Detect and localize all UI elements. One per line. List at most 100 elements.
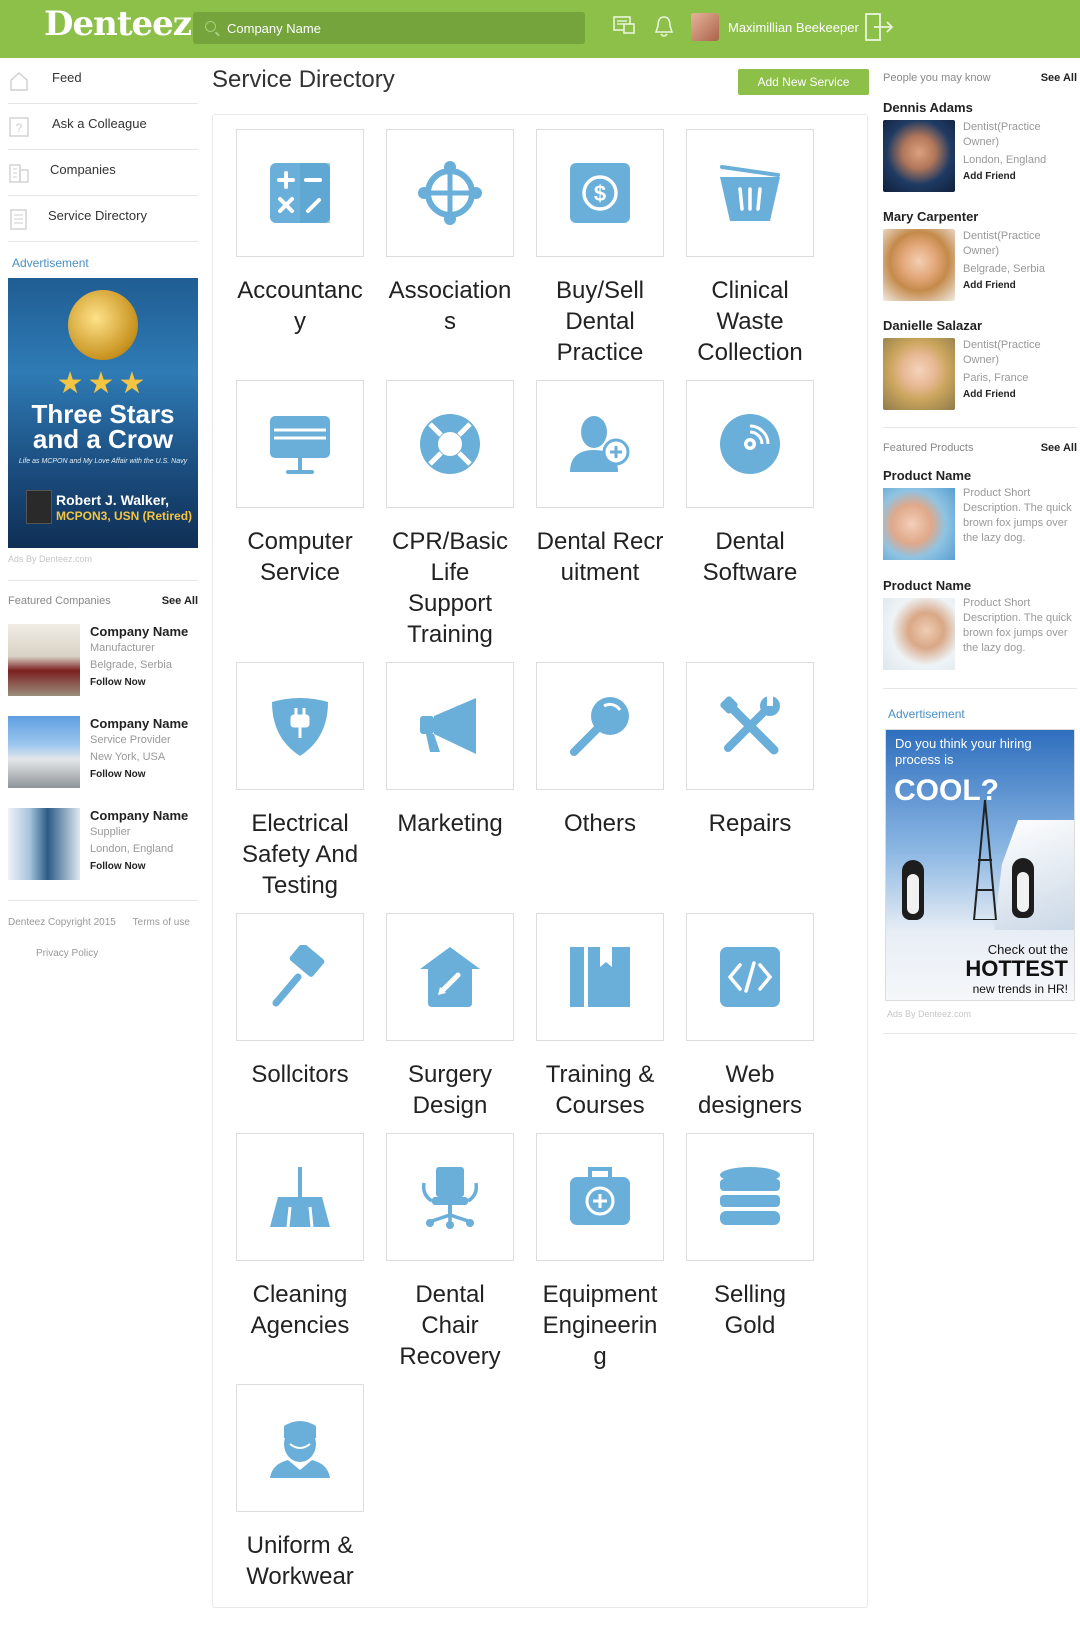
service-tile-electrical-safety[interactable]: Electrical Safety And Testing xyxy=(236,662,364,901)
person-name[interactable]: Mary Carpenter xyxy=(883,209,978,224)
author-photo xyxy=(26,490,52,524)
service-label: Dental Recruitment xyxy=(536,528,664,586)
right-sidebar: People you may know See All Dennis Adams… xyxy=(883,58,1077,1034)
user-avatar[interactable] xyxy=(691,13,719,41)
service-tile-others[interactable]: Others xyxy=(536,662,664,839)
service-icon-box xyxy=(236,913,364,1041)
search-icon[interactable] xyxy=(205,21,216,32)
service-tile-selling-gold[interactable]: Selling Gold xyxy=(686,1133,814,1341)
service-tile-marketing[interactable]: Marketing xyxy=(386,662,514,839)
see-all-products-link[interactable]: See All xyxy=(1041,442,1077,454)
book-advertisement[interactable]: ★★★ Three Stars and a Crow Life as MCPON… xyxy=(8,278,198,548)
person-photo[interactable] xyxy=(883,120,955,192)
service-tile-training-courses[interactable]: Training & Courses xyxy=(536,913,664,1121)
sidebar-item-feed[interactable]: Feed xyxy=(8,58,198,104)
company-card[interactable]: Company Name Manufacturer Belgrade, Serb… xyxy=(8,624,198,716)
company-name[interactable]: Company Name xyxy=(90,624,188,639)
service-icon-box xyxy=(386,1133,514,1261)
terms-of-use-link[interactable]: Terms of use xyxy=(133,917,190,928)
service-icon-box xyxy=(386,129,514,257)
see-all-people-link[interactable]: See All xyxy=(1041,72,1077,84)
company-location: London, England xyxy=(90,843,174,855)
follow-now-button[interactable]: Follow Now xyxy=(90,769,146,780)
service-tile-accountancy[interactable]: Accountancy xyxy=(236,129,364,337)
service-icon-box xyxy=(536,1133,664,1261)
dollar-icon: $ xyxy=(570,163,630,223)
denteez-logo[interactable]: Denteez TM xyxy=(44,4,205,50)
person-photo[interactable] xyxy=(883,338,955,410)
service-tile-dental-recruitment[interactable]: Dental Recruitment xyxy=(536,380,664,588)
sidebar-item-ask-colleague[interactable]: ? Ask a Colleague xyxy=(8,104,198,150)
service-tile-equipment-engineering[interactable]: Equipment Engineering xyxy=(536,1133,664,1372)
tools-icon xyxy=(720,696,780,755)
service-label: Surgery Design xyxy=(407,1061,493,1119)
person-name[interactable]: Dennis Adams xyxy=(883,100,973,115)
notification-bell-icon[interactable] xyxy=(652,14,676,40)
service-icon-box xyxy=(236,129,364,257)
person-card[interactable]: Danielle Salazar Dentist(Practice Owner)… xyxy=(883,318,1077,427)
service-label: Equipment Engineering xyxy=(542,1281,658,1370)
logout-icon[interactable] xyxy=(864,12,894,42)
service-tile-cpr-training[interactable]: CPR/Basic Life Support Training xyxy=(386,380,514,650)
service-tile-uniform-workwear[interactable]: Uniform & Workwear xyxy=(236,1384,364,1592)
svg-text:?: ? xyxy=(16,121,23,135)
service-tile-cleaning-agencies[interactable]: Cleaning Agencies xyxy=(236,1133,364,1341)
search-bar xyxy=(193,12,585,44)
service-tile-dental-software[interactable]: Dental Software xyxy=(686,380,814,588)
person-photo[interactable] xyxy=(883,229,955,301)
ad-check-text: Check out the xyxy=(987,942,1068,957)
add-friend-button[interactable]: Add Friend xyxy=(963,171,1016,182)
service-icon-box xyxy=(536,913,664,1041)
sidebar-item-companies[interactable]: Companies xyxy=(8,150,198,196)
username[interactable]: Maximillian Beekeeper xyxy=(728,20,859,35)
follow-now-button[interactable]: Follow Now xyxy=(90,861,146,872)
service-tile-web-designers[interactable]: Web designers xyxy=(686,913,814,1121)
add-new-service-button[interactable]: Add New Service xyxy=(738,69,869,95)
add-friend-button[interactable]: Add Friend xyxy=(963,280,1016,291)
service-tile-clinical-waste[interactable]: Clinical Waste Collection xyxy=(686,129,814,368)
page-title: Service Directory xyxy=(212,66,395,93)
product-name[interactable]: Product Name xyxy=(883,468,971,483)
company-card[interactable]: Company Name Supplier London, England Fo… xyxy=(8,808,198,900)
service-tile-solicitors[interactable]: Sollcitors xyxy=(236,913,364,1090)
ad-hottest-text: HOTTEST xyxy=(965,956,1068,981)
person-name[interactable]: Danielle Salazar xyxy=(883,318,982,333)
follow-now-button[interactable]: Follow Now xyxy=(90,677,146,688)
product-image[interactable] xyxy=(883,598,955,670)
service-label: Training & Courses xyxy=(545,1061,655,1119)
service-label: Dental Chair Recovery xyxy=(399,1281,501,1370)
sidebar-item-service-directory[interactable]: Service Directory xyxy=(8,196,198,242)
company-location: New York, USA xyxy=(90,751,166,763)
messages-icon[interactable] xyxy=(612,14,636,38)
ad-trends-text: new trends in HR! xyxy=(972,982,1068,996)
service-tile-buy-sell-dental-practice[interactable]: $ Buy/Sell Dental Practice xyxy=(536,129,664,368)
see-all-companies-link[interactable]: See All xyxy=(162,595,198,607)
product-image[interactable] xyxy=(883,488,955,560)
service-label: Cleaning Agencies xyxy=(250,1281,350,1339)
search-input[interactable] xyxy=(227,12,577,44)
hr-advertisement[interactable]: Do you think your hiring process is COOL… xyxy=(885,729,1075,1001)
service-tile-computer-service[interactable]: Computer Service xyxy=(236,380,364,588)
medkit-icon xyxy=(570,1167,630,1225)
service-tile-repairs[interactable]: Repairs xyxy=(686,662,814,839)
person-card[interactable]: Dennis Adams Dentist(Practice Owner) Lon… xyxy=(883,100,1077,209)
ad-headline: Three Stars and a Crow xyxy=(31,399,175,454)
person-card[interactable]: Mary Carpenter Dentist(Practice Owner) B… xyxy=(883,209,1077,318)
add-friend-button[interactable]: Add Friend xyxy=(963,389,1016,400)
company-name[interactable]: Company Name xyxy=(90,716,188,731)
sidebar-item-label: Service Directory xyxy=(48,208,147,223)
company-card[interactable]: Company Name Service Provider New York, … xyxy=(8,716,198,808)
service-icon-box xyxy=(236,662,364,790)
product-card[interactable]: Product Name Product Short Description. … xyxy=(883,468,1077,578)
privacy-policy-link[interactable]: Privacy Policy xyxy=(36,948,198,959)
service-tile-dental-chair-recovery[interactable]: Dental Chair Recovery xyxy=(386,1133,514,1372)
company-name[interactable]: Company Name xyxy=(90,808,188,823)
service-tile-associations[interactable]: Associations xyxy=(386,129,514,337)
service-icon-box: $ xyxy=(536,129,664,257)
product-name[interactable]: Product Name xyxy=(883,578,971,593)
person-location: Paris, France xyxy=(963,372,1029,384)
service-tile-surgery-design[interactable]: Surgery Design xyxy=(386,913,514,1121)
ad-author: Robert J. Walker, xyxy=(56,492,170,508)
person-location: Belgrade, Serbia xyxy=(963,263,1045,275)
product-card[interactable]: Product Name Product Short Description. … xyxy=(883,578,1077,688)
